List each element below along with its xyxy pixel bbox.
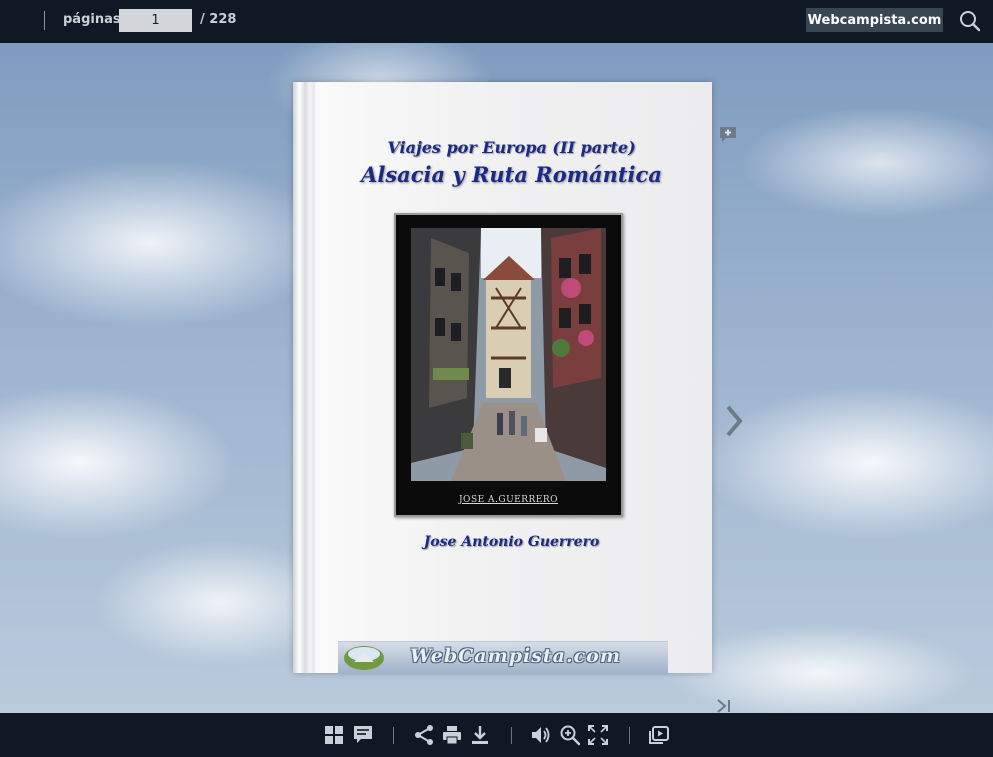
last-page-icon[interactable] xyxy=(715,697,733,713)
zoom-in-icon[interactable] xyxy=(559,724,581,746)
toolbar-separator xyxy=(511,727,512,744)
cover-title: Alsacia y Ruta Romántica xyxy=(361,162,662,187)
notes-icon[interactable] xyxy=(352,724,374,746)
chevron-right-icon[interactable] xyxy=(723,403,745,439)
webcampista-logo-icon xyxy=(344,646,384,670)
book-cover-page[interactable]: Viajes por Europa (II parte) Alsacia y R… xyxy=(293,82,712,674)
top-toolbar: páginas: / 228 Webcampista.com xyxy=(0,0,993,43)
webcampista-banner[interactable]: WebCampista.com xyxy=(338,641,668,674)
toolbar-separator xyxy=(393,727,394,744)
pages-label: páginas: xyxy=(63,12,126,27)
cover-author: Jose Antonio Guerrero xyxy=(423,534,600,550)
reader-stage: Viajes por Europa (II parte) Alsacia y R… xyxy=(0,43,993,713)
toolbar-separator xyxy=(629,727,630,744)
download-icon[interactable] xyxy=(469,724,491,746)
share-icon[interactable] xyxy=(413,724,435,746)
banner-text: WebCampista.com xyxy=(410,645,621,667)
toolbar-divider xyxy=(44,11,45,30)
cover-photo-street-scene xyxy=(411,228,606,481)
cover-photo-frame: JOSE A.GUERRERO xyxy=(394,213,623,517)
fullscreen-icon[interactable] xyxy=(587,724,609,746)
slideshow-icon[interactable] xyxy=(648,724,670,746)
page-number-input[interactable] xyxy=(119,9,192,32)
cover-subtitle: Viajes por Europa (II parte) xyxy=(387,138,636,157)
search-icon[interactable] xyxy=(958,9,982,33)
page-total: / 228 xyxy=(200,12,237,27)
bottom-toolbar xyxy=(0,713,993,757)
photo-caption: JOSE A.GUERRERO xyxy=(458,495,559,505)
add-note-icon[interactable] xyxy=(718,126,738,144)
sound-icon[interactable] xyxy=(530,724,552,746)
thumbnails-icon[interactable] xyxy=(323,724,345,746)
print-icon[interactable] xyxy=(441,724,463,746)
webcampista-link-button[interactable]: Webcampista.com xyxy=(806,8,943,32)
